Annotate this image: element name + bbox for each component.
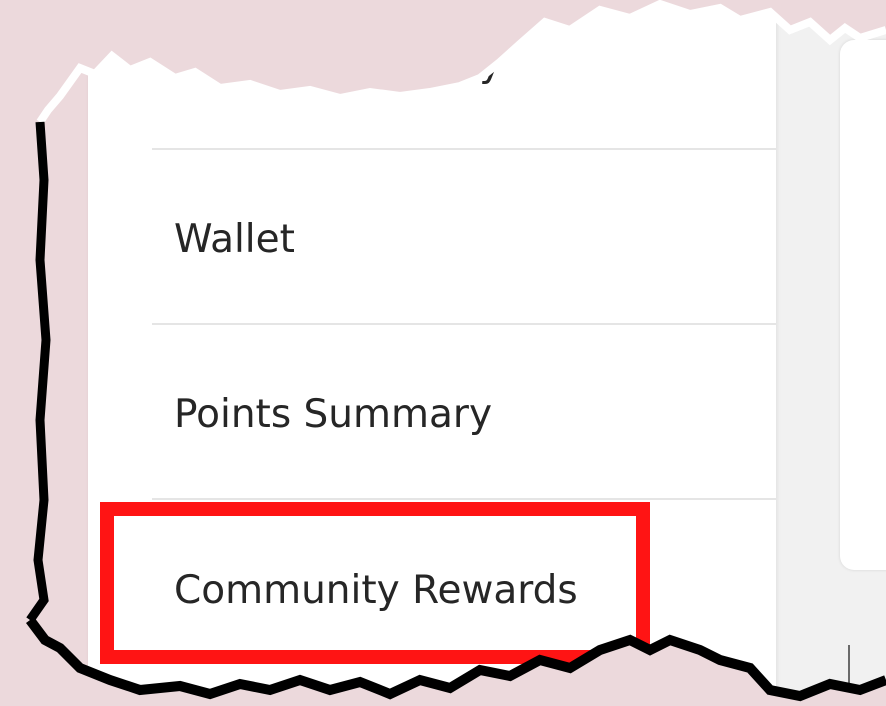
menu-item-label: Purchase History	[174, 41, 503, 86]
screenshot-stage: Purchase History Wallet Points Summary C…	[0, 0, 886, 706]
highlight-box	[100, 502, 650, 664]
menu-item-label: Points Summary	[174, 392, 493, 437]
content-card	[840, 40, 886, 570]
menu-item-wallet[interactable]: Wallet	[88, 150, 776, 325]
menu-item-label: Wallet	[174, 217, 295, 262]
text-caret	[848, 645, 850, 685]
menu-item-points-summary[interactable]: Points Summary	[88, 325, 776, 500]
